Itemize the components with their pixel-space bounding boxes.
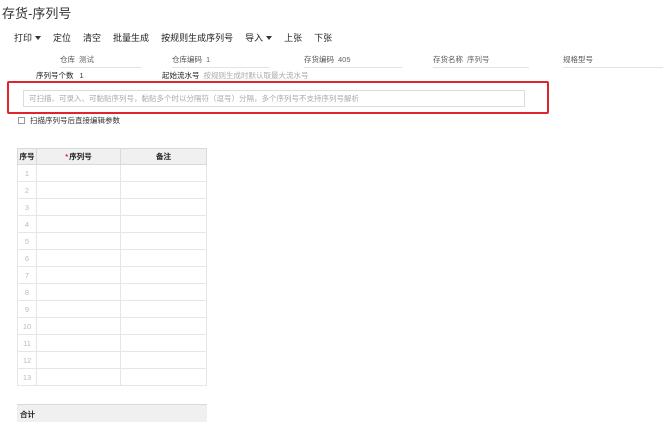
remark-cell[interactable] bbox=[120, 351, 207, 369]
serial-cell[interactable] bbox=[36, 368, 121, 386]
batch-generate-button[interactable]: 批量生成 bbox=[113, 31, 149, 44]
toolbar: 打印 定位 清空 批量生成 按规则生成序列号 导入 上张 下张 bbox=[14, 31, 344, 44]
table-row[interactable]: 9 bbox=[17, 300, 207, 318]
serial-cell[interactable] bbox=[36, 249, 121, 267]
table-row[interactable]: 3 bbox=[17, 198, 207, 216]
serial-scan-input[interactable] bbox=[23, 90, 525, 107]
table-row[interactable]: 13 bbox=[17, 368, 207, 386]
remark-cell[interactable] bbox=[120, 198, 207, 216]
table-row[interactable]: 10 bbox=[17, 317, 207, 335]
serial-cell[interactable] bbox=[36, 181, 121, 199]
serial-cell[interactable] bbox=[36, 232, 121, 250]
next-button[interactable]: 下张 bbox=[314, 31, 332, 44]
col-index: 序号 bbox=[17, 148, 37, 165]
row-index: 11 bbox=[17, 334, 37, 352]
warehouse-field[interactable]: 仓库 测试 bbox=[60, 54, 142, 68]
table-row[interactable]: 2 bbox=[17, 181, 207, 199]
edit-params-checkbox[interactable] bbox=[18, 117, 25, 124]
row-index: 1 bbox=[17, 164, 37, 182]
total-row: 合计 bbox=[17, 404, 207, 422]
table-row[interactable]: 1 bbox=[17, 164, 207, 182]
serial-grid: 序号 *序列号 备注 1 2 3 4 5 6 7 8 9 10 11 12 13 bbox=[17, 148, 207, 386]
print-button[interactable]: 打印 bbox=[14, 31, 42, 44]
remark-cell[interactable] bbox=[120, 283, 207, 301]
spec-model-field[interactable]: 规格型号 bbox=[563, 54, 663, 68]
chevron-down-icon bbox=[266, 35, 273, 40]
col-remark: 备注 bbox=[120, 148, 207, 165]
serial-cell[interactable] bbox=[36, 215, 121, 233]
serial-cell[interactable] bbox=[36, 334, 121, 352]
remark-cell[interactable] bbox=[120, 181, 207, 199]
page-title: 存货-序列号 bbox=[2, 6, 72, 21]
chevron-down-icon bbox=[35, 35, 42, 40]
table-row[interactable]: 11 bbox=[17, 334, 207, 352]
remark-cell[interactable] bbox=[120, 164, 207, 182]
remark-cell[interactable] bbox=[120, 300, 207, 318]
row-index: 2 bbox=[17, 181, 37, 199]
inventory-code-field[interactable]: 存货编码 405 bbox=[304, 54, 402, 68]
start-serial-field[interactable]: 起始流水号 按规则生成时默认取最大流水号 bbox=[162, 70, 309, 81]
remark-cell[interactable] bbox=[120, 249, 207, 267]
row-index: 9 bbox=[17, 300, 37, 318]
remark-cell[interactable] bbox=[120, 215, 207, 233]
row-index: 10 bbox=[17, 317, 37, 335]
remark-cell[interactable] bbox=[120, 368, 207, 386]
serial-cell[interactable] bbox=[36, 198, 121, 216]
serial-cell[interactable] bbox=[36, 351, 121, 369]
table-row[interactable]: 8 bbox=[17, 283, 207, 301]
row-index: 13 bbox=[17, 368, 37, 386]
table-row[interactable]: 12 bbox=[17, 351, 207, 369]
remark-cell[interactable] bbox=[120, 266, 207, 284]
inventory-name-field[interactable]: 存货名称 序列号 bbox=[433, 54, 529, 68]
import-button[interactable]: 导入 bbox=[245, 31, 273, 44]
remark-cell[interactable] bbox=[120, 334, 207, 352]
serial-cell[interactable] bbox=[36, 266, 121, 284]
edit-params-option[interactable]: 扫描序列号后直接编辑参数 bbox=[18, 115, 120, 126]
warehouse-code-field[interactable]: 仓库编码 1 bbox=[172, 54, 270, 68]
table-row[interactable]: 4 bbox=[17, 215, 207, 233]
table-row[interactable]: 6 bbox=[17, 249, 207, 267]
clear-button[interactable]: 清空 bbox=[83, 31, 101, 44]
locate-button[interactable]: 定位 bbox=[53, 31, 71, 44]
row-index: 7 bbox=[17, 266, 37, 284]
serial-cell[interactable] bbox=[36, 317, 121, 335]
row-index: 12 bbox=[17, 351, 37, 369]
serial-cell[interactable] bbox=[36, 300, 121, 318]
row-index: 4 bbox=[17, 215, 37, 233]
row-index: 3 bbox=[17, 198, 37, 216]
table-row[interactable]: 5 bbox=[17, 232, 207, 250]
serial-cell[interactable] bbox=[36, 283, 121, 301]
row-index: 8 bbox=[17, 283, 37, 301]
serial-count: 序列号个数 1 bbox=[36, 71, 84, 80]
prev-button[interactable]: 上张 bbox=[284, 31, 302, 44]
row-index: 5 bbox=[17, 232, 37, 250]
col-serial: *序列号 bbox=[36, 148, 121, 165]
remark-cell[interactable] bbox=[120, 317, 207, 335]
serial-cell[interactable] bbox=[36, 164, 121, 182]
rule-generate-button[interactable]: 按规则生成序列号 bbox=[161, 31, 233, 44]
row-index: 6 bbox=[17, 249, 37, 267]
table-row[interactable]: 7 bbox=[17, 266, 207, 284]
remark-cell[interactable] bbox=[120, 232, 207, 250]
